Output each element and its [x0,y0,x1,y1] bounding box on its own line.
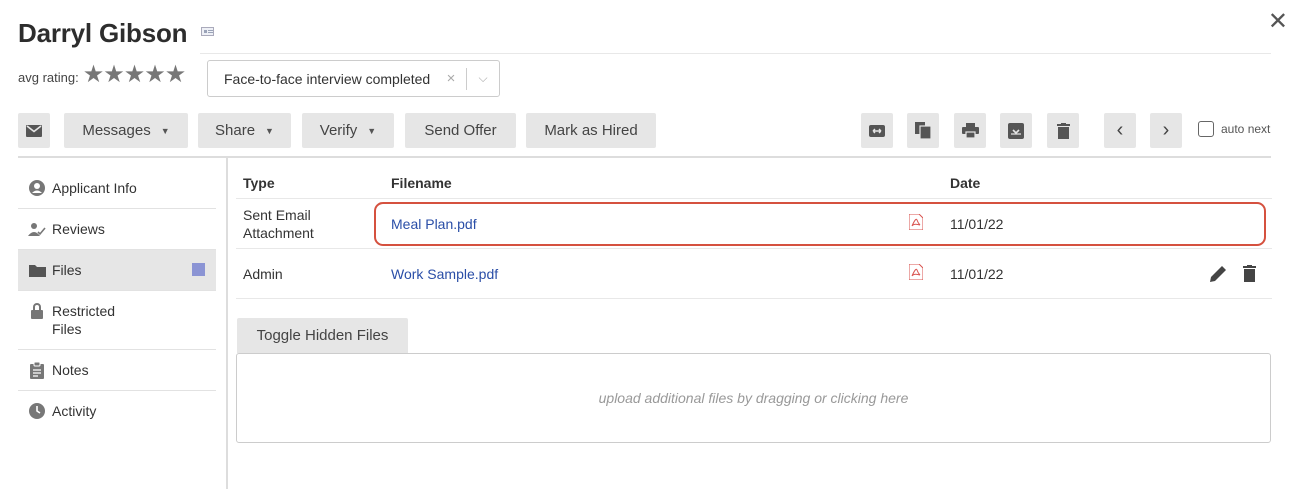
status-select[interactable]: Face-to-face interview completed × ⌵ [207,60,500,97]
column-type: Type [243,175,275,191]
contact-card-icon[interactable] [201,27,214,36]
candidate-name: Darryl Gibson [18,18,188,48]
table-header: Type Filename Date [236,168,1272,199]
sidebar: Applicant Info Reviews Files Restricted … [18,168,216,431]
column-date: Date [950,175,981,191]
pdf-icon [908,263,948,283]
file-link[interactable]: Work Sample.pdf [384,266,909,282]
trash-icon [1056,122,1070,139]
status-value: Face-to-face interview completed [224,70,431,87]
caret-down-icon: ▼ [160,125,170,136]
prev-button[interactable]: ‹ [1104,113,1136,148]
caret-down-icon: ▼ [367,125,377,136]
auto-next-label: auto next [1221,122,1271,136]
file-type: Admin [243,265,283,282]
header-divider [200,53,1271,54]
lock-icon [28,302,46,320]
toolbar-divider [18,156,1271,158]
messages-label: Messages [82,122,151,139]
envelope-icon [26,124,42,137]
sidebar-item-activity[interactable]: Activity [18,391,216,431]
verify-dropdown[interactable]: Verify ▼ [302,113,394,148]
file-date: 11/01/22 [950,215,1004,232]
sidebar-item-label: Activity [52,403,97,419]
user-circle-icon [28,179,46,197]
archive-button[interactable] [1000,113,1032,148]
pdf-icon [908,213,948,233]
user-check-icon [28,220,46,238]
clock-icon [28,402,46,420]
next-button[interactable]: › [1150,113,1182,148]
sidebar-item-files[interactable]: Files [18,250,216,291]
sidebar-item-reviews[interactable]: Reviews [18,209,216,250]
rating-label: avg rating: [18,70,79,85]
messages-dropdown[interactable]: Messages ▼ [64,113,188,148]
chevron-down-icon[interactable]: ⌵ [467,71,499,86]
print-icon [961,123,979,138]
caret-down-icon: ▼ [265,125,274,136]
copy-button[interactable] [907,113,939,148]
clear-icon[interactable]: × [436,70,466,87]
transfer-button[interactable] [861,113,893,148]
sidebar-item-label: Applicant Info [52,180,137,196]
files-table: Type Filename Date Sent Email Attachment… [236,168,1272,299]
send-offer-button[interactable]: Send Offer [405,113,516,148]
chevron-right-icon: › [1162,119,1170,141]
pencil-icon[interactable] [1210,265,1227,282]
sidebar-item-label: Restricted Files [52,303,116,337]
sidebar-item-label: Notes [52,362,89,378]
archive-icon [1008,122,1024,139]
clipboard-icon [28,361,46,379]
rating-row: avg rating: ★★★★★ [18,60,187,89]
copy-icon [915,122,931,139]
auto-next-toggle: auto next [1198,121,1270,137]
file-link[interactable]: Meal Plan.pdf [384,216,909,232]
table-row: Sent Email Attachment Meal Plan.pdf 11/0… [236,199,1272,249]
folder-icon [28,261,46,279]
sidebar-item-applicant-info[interactable]: Applicant Info [18,168,216,209]
sidebar-item-label: Files [52,262,82,278]
sidebar-divider [226,158,228,489]
mark-hired-button[interactable]: Mark as Hired [526,113,656,148]
share-label: Share [215,122,256,139]
trash-icon[interactable] [1243,265,1256,282]
transfer-icon [869,124,885,137]
rating-stars[interactable]: ★★★★★ [83,60,187,89]
toggle-hidden-files-button[interactable]: Toggle Hidden Files [237,318,408,353]
row-actions [1128,265,1272,282]
share-dropdown[interactable]: Share ▼ [198,113,291,148]
dropzone-text: upload additional files by dragging or c… [598,390,909,406]
files-active-marker [192,263,205,276]
file-date: 11/01/22 [950,265,1004,282]
auto-next-checkbox[interactable] [1198,121,1214,137]
chevron-left-icon: ‹ [1116,119,1124,141]
table-row: Admin Work Sample.pdf 11/01/22 [236,249,1272,299]
email-button[interactable] [18,113,50,148]
column-filename: Filename [391,175,452,191]
sidebar-item-notes[interactable]: Notes [18,350,216,391]
file-type: Sent Email Attachment [243,206,314,241]
sidebar-item-restricted-files[interactable]: Restricted Files [18,291,216,350]
print-button[interactable] [954,113,986,148]
file-upload-dropzone[interactable]: upload additional files by dragging or c… [236,353,1271,443]
delete-button[interactable] [1047,113,1079,148]
verify-label: Verify [319,122,358,139]
sidebar-item-label: Reviews [52,221,105,237]
close-icon[interactable]: ✕ [1268,10,1288,34]
